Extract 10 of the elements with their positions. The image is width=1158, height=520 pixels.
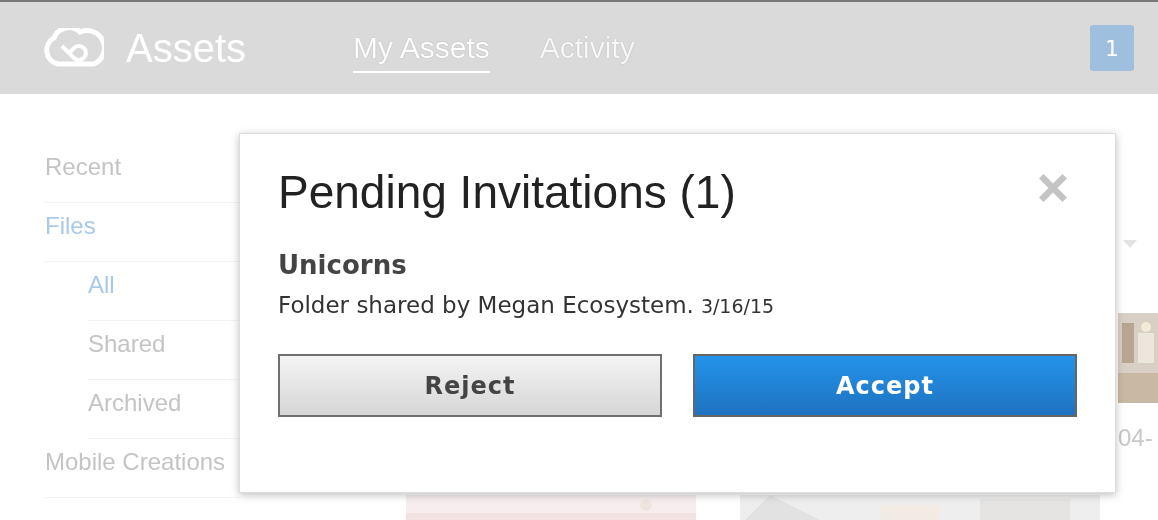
accept-button[interactable]: Accept (693, 354, 1077, 417)
close-icon[interactable] (1037, 172, 1069, 204)
invitation-description: Folder shared by Megan Ecosystem. (278, 292, 694, 318)
notification-badge[interactable]: 1 (1090, 25, 1134, 71)
folder-name: Unicorns (278, 249, 408, 282)
invitation-date: 3/16/15 (700, 295, 775, 317)
cloud-logo-icon (44, 28, 104, 68)
dropdown-caret-icon[interactable] (1123, 240, 1137, 248)
reject-button[interactable]: Reject (278, 354, 662, 417)
dialog-title: Pending Invitations (1) (278, 165, 736, 220)
